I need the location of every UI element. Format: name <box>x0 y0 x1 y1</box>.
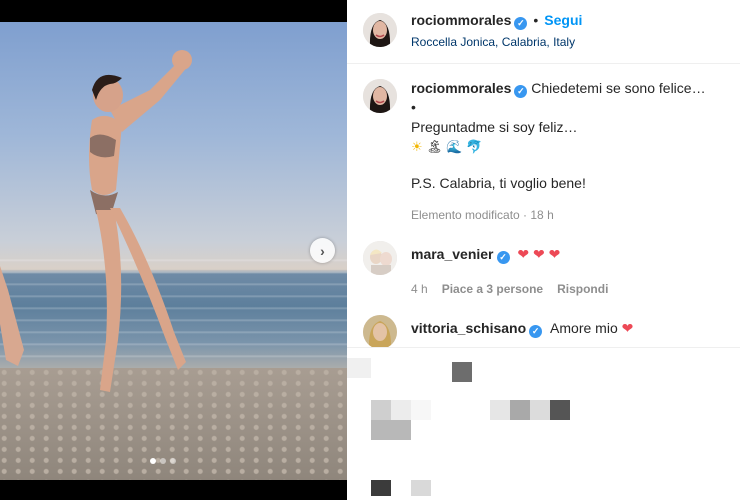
chevron-right-icon: › <box>320 242 325 259</box>
author-username[interactable]: rociommorales <box>411 12 511 28</box>
caption-line-1: Chiedetemi se sono felice… <box>531 80 706 96</box>
next-image-button[interactable]: › <box>310 238 335 263</box>
pixel-block <box>411 480 431 496</box>
pixel-block <box>347 358 371 378</box>
caption-line-3: Preguntadme si soy feliz… <box>411 119 578 135</box>
pixel-block <box>510 400 530 420</box>
comment-text: Amore mio <box>550 320 618 336</box>
caption-meta: Elemento modificato · 18 h <box>411 206 731 224</box>
comment-meta: 4 h Piace a 3 persone Rispondi <box>411 280 731 298</box>
verified-badge-icon: ✓ <box>529 325 543 338</box>
pixel-block <box>411 400 431 420</box>
post-header: rociommorales ✓ • Segui Roccella Jonica, Ca… <box>347 0 740 64</box>
separator-dot: • <box>533 12 539 28</box>
post-photo-carousel[interactable]: › <box>0 0 347 500</box>
sun-emoji-icon: ☀ <box>411 139 423 154</box>
comment-username[interactable]: vittoria_schisano <box>411 320 526 336</box>
follow-button[interactable]: Segui <box>544 12 582 28</box>
verified-badge-icon: ✓ <box>514 85 528 98</box>
heart-emoji-icon: ❤ <box>621 320 634 336</box>
caption-author-avatar[interactable] <box>363 79 397 113</box>
verified-badge-icon: ✓ <box>496 251 510 264</box>
post-location[interactable]: Roccella Jonica, Calabria, Italy <box>411 35 575 49</box>
pixel-block <box>452 362 472 382</box>
carousel-dot <box>170 458 176 464</box>
post-side-panel: rociommorales ✓ • Segui Roccella Jonica, Ca… <box>347 0 740 500</box>
comments-list[interactable]: rociommorales ✓ Chiedetemi se sono felice… <box>347 65 740 347</box>
pixel-block <box>530 400 550 420</box>
caption-line-2: • <box>411 99 416 115</box>
pixel-block <box>371 400 391 420</box>
island-emoji-icon: 🏝 <box>426 139 443 154</box>
comment-body: vittoria_schisano ✓ Amore mio ❤ <box>411 319 731 338</box>
carousel-dot <box>150 458 156 464</box>
dolphin-emoji-icon: 🐬 <box>466 139 483 154</box>
pixelated-region <box>347 347 740 500</box>
other-person-arm <box>0 266 24 366</box>
comment-likes[interactable]: Piace a 3 persone <box>442 280 543 298</box>
comment-time: 4 h <box>411 282 428 296</box>
pixel-block <box>371 420 411 440</box>
pixel-block <box>371 480 391 496</box>
caption-body: rociommorales ✓ Chiedetemi se sono felice… <box>411 79 731 224</box>
pixel-block <box>550 400 570 420</box>
header-user-line: rociommorales ✓ • Segui <box>411 12 582 30</box>
wave-emoji-icon: 🌊 <box>446 139 463 154</box>
carousel-dots <box>150 458 176 464</box>
commenter-avatar[interactable] <box>363 315 397 347</box>
caption-line-5: P.S. Calabria, ti voglio bene! <box>411 175 586 191</box>
pixel-block <box>490 400 510 420</box>
comment-username[interactable]: mara_venier <box>411 246 494 262</box>
verified-badge-icon: ✓ <box>514 17 528 30</box>
photo-subject <box>89 50 192 392</box>
comment-text: ❤ ❤ ❤ <box>517 246 561 262</box>
edited-timestamp: Elemento modificato · 18 h <box>411 208 554 222</box>
comment-body: mara_venier ✓ ❤ ❤ ❤ 4 h Piace a 3 persone… <box>411 245 731 298</box>
caption-username[interactable]: rociommorales <box>411 80 511 96</box>
author-avatar[interactable] <box>363 13 397 47</box>
caption-emojis: ☀ 🏝 🌊 🐬 <box>411 138 731 156</box>
reply-button[interactable]: Rispondi <box>557 280 608 298</box>
commenter-avatar[interactable] <box>363 241 397 275</box>
carousel-dot <box>160 458 166 464</box>
pixel-block <box>391 400 411 420</box>
